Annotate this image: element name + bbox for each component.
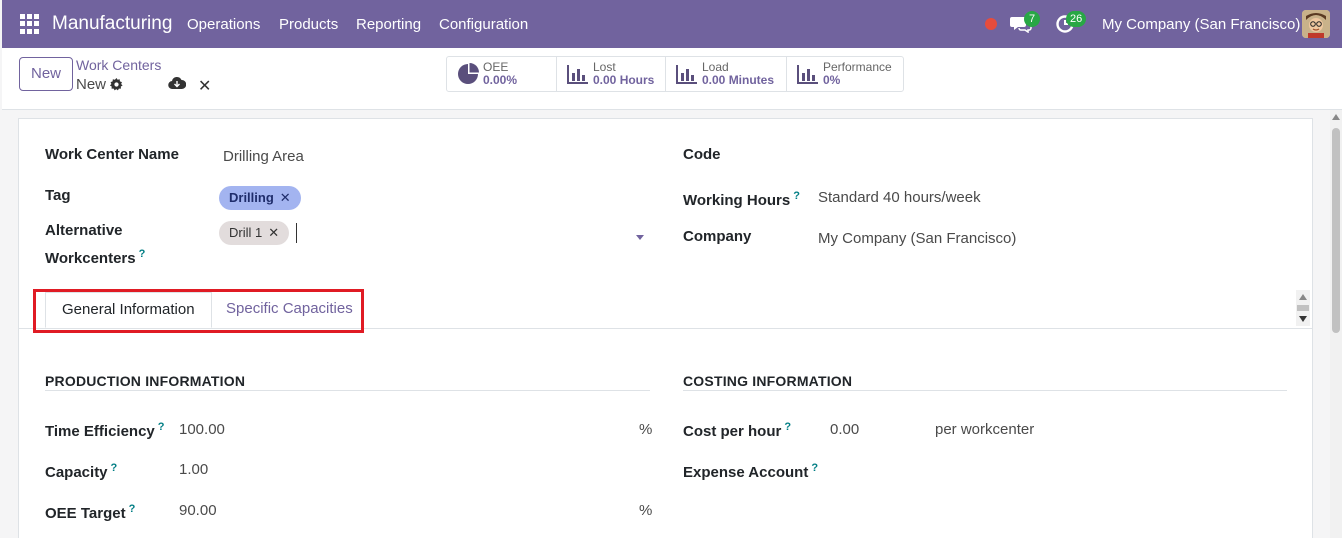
menu-configuration[interactable]: Configuration: [439, 16, 528, 33]
tag-chip-drilling[interactable]: Drilling ✕: [219, 186, 301, 210]
bar-chart-icon: [797, 65, 818, 84]
alt-workcenter-chip[interactable]: Drill 1 ✕: [219, 221, 290, 245]
scroll-thumb[interactable]: [1297, 305, 1309, 311]
cost-unit: per workcenter: [935, 421, 1035, 438]
working-hours-input[interactable]: Standard 40 hours/week: [818, 187, 981, 209]
breadcrumb-current: New: [76, 76, 123, 93]
oee-target-input[interactable]: 90.00: [179, 500, 217, 522]
working-hours-text: Working Hours: [683, 192, 791, 209]
alt-label-line1: Alternative: [45, 222, 123, 239]
stat-performance-button[interactable]: Performance 0%: [787, 57, 903, 91]
expense-account-text: Expense Account: [683, 464, 809, 481]
new-button[interactable]: New: [19, 57, 73, 91]
scroll-down-icon[interactable]: [1299, 316, 1307, 322]
stat-load-value: 0.00 Minutes: [702, 73, 775, 87]
app-brand[interactable]: Manufacturing: [52, 13, 172, 35]
alt-label-line2: Workcenters?: [45, 243, 145, 270]
production-section-title: PRODUCTION INFORMATION: [45, 373, 246, 389]
remove-chip-icon[interactable]: ✕: [268, 221, 279, 245]
user-avatar[interactable]: [1302, 10, 1330, 38]
pie-chart-icon: [458, 63, 479, 84]
record-indicator-icon[interactable]: [985, 18, 997, 30]
help-icon[interactable]: ?: [784, 421, 791, 433]
menu-operations[interactable]: Operations: [187, 16, 260, 33]
stat-load-button[interactable]: Load 0.00 Minutes: [666, 57, 787, 91]
efficiency-label: Time Efficiency?: [45, 416, 165, 443]
dropdown-caret-icon[interactable]: [636, 235, 644, 240]
company-switcher[interactable]: My Company (San Francisco): [1102, 16, 1300, 33]
company-input[interactable]: My Company (San Francisco): [818, 228, 1016, 250]
gear-icon[interactable]: [110, 78, 123, 91]
name-label: Work Center Name: [45, 146, 179, 163]
efficiency-text: Time Efficiency: [45, 423, 155, 440]
top-navbar: Manufacturing Operations Products Report…: [2, 0, 1342, 48]
bar-chart-icon: [676, 65, 697, 84]
section-divider: [683, 390, 1287, 391]
costing-section-title: COSTING INFORMATION: [683, 373, 853, 389]
tabs-highlight-box: [33, 289, 364, 333]
cost-per-hour-text: Cost per hour: [683, 423, 782, 440]
remove-tag-icon[interactable]: ✕: [280, 186, 291, 210]
stat-performance-value: 0%: [823, 73, 841, 87]
stat-oee-button[interactable]: OEE 0.00%: [447, 57, 557, 91]
save-cloud-icon[interactable]: [168, 76, 186, 90]
oee-target-label: OEE Target?: [45, 498, 135, 525]
messages-count-badge: 7: [1024, 11, 1040, 27]
control-panel: New Work Centers New ✕ OEE 0.00% Lost 0.…: [2, 48, 1342, 110]
cost-per-hour-input[interactable]: 0.00: [830, 419, 859, 441]
efficiency-input[interactable]: 100.00: [179, 419, 225, 441]
help-icon[interactable]: ?: [158, 421, 165, 433]
help-icon[interactable]: ?: [793, 190, 800, 202]
tabs-scrollbar[interactable]: [1296, 290, 1310, 326]
help-icon[interactable]: ?: [139, 248, 146, 260]
oee-target-unit: %: [639, 502, 653, 519]
stat-lost-button[interactable]: Lost 0.00 Hours: [557, 57, 666, 91]
menu-products[interactable]: Products: [279, 16, 338, 33]
expense-account-label: Expense Account?: [683, 457, 818, 484]
cost-per-hour-label: Cost per hour?: [683, 416, 791, 443]
scroll-up-arrow-icon[interactable]: [1332, 114, 1340, 120]
section-divider: [45, 390, 650, 391]
alt-chip-label: Drill 1: [229, 225, 263, 240]
code-label: Code: [683, 146, 721, 163]
help-icon[interactable]: ?: [111, 462, 118, 474]
scroll-up-icon[interactable]: [1299, 294, 1307, 300]
tag-label: Tag: [45, 187, 71, 204]
page-scrollbar[interactable]: [1330, 110, 1342, 538]
stat-oee-value: 0.00%: [483, 73, 518, 87]
help-icon[interactable]: ?: [129, 503, 136, 515]
discard-close-icon[interactable]: ✕: [198, 76, 211, 96]
breadcrumb-work-centers[interactable]: Work Centers: [76, 57, 161, 73]
efficiency-unit: %: [639, 421, 653, 438]
capacity-label: Capacity?: [45, 457, 117, 484]
bar-chart-icon: [567, 65, 588, 84]
text-cursor: [296, 223, 297, 243]
stat-lost-value: 0.00 Hours: [593, 73, 655, 87]
capacity-input[interactable]: 1.00: [179, 459, 208, 481]
working-hours-label: Working Hours?: [683, 185, 800, 212]
scrollbar-thumb[interactable]: [1332, 128, 1340, 333]
breadcrumb-current-label: New: [76, 76, 107, 93]
apps-menu-icon[interactable]: [20, 14, 40, 34]
stat-buttons: OEE 0.00% Lost 0.00 Hours Load 0.00 Minu…: [446, 56, 904, 92]
oee-target-text: OEE Target: [45, 505, 126, 522]
company-label: Company: [683, 228, 752, 245]
tag-chip-label: Drilling: [229, 190, 274, 205]
help-icon[interactable]: ?: [811, 462, 818, 474]
activities-count-badge: 26: [1066, 11, 1087, 27]
name-input[interactable]: Drilling Area: [223, 146, 304, 168]
menu-reporting[interactable]: Reporting: [356, 16, 421, 33]
alt-label-text: Workcenters: [45, 250, 136, 267]
capacity-text: Capacity: [45, 464, 108, 481]
